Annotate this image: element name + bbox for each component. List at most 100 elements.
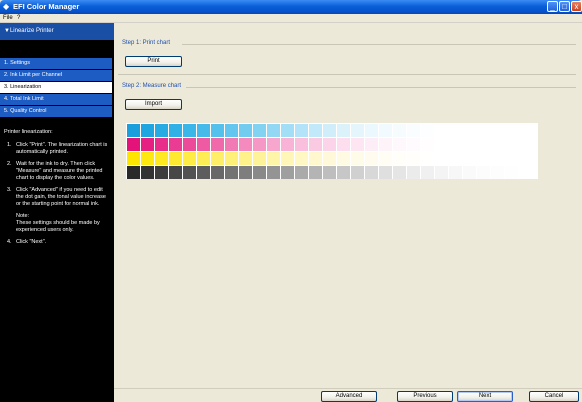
color-patch-yellow [519,152,532,165]
menu-help[interactable]: ? [17,15,20,22]
main-panel: Step 1: Print chart Print Step 2: Measur… [114,23,582,402]
color-patch-black [351,166,364,179]
color-patch-cyan [449,124,462,137]
color-patch-magenta [183,138,196,151]
color-patch-yellow [183,152,196,165]
color-patch-cyan [225,124,238,137]
color-patch-cyan [323,124,336,137]
color-patch-black [197,166,210,179]
color-patch-magenta [323,138,336,151]
color-patch-magenta [491,138,504,151]
color-patch-black [253,166,266,179]
color-patch-magenta [337,138,350,151]
color-patch-magenta [127,138,140,151]
color-patch-black [519,166,532,179]
color-patch-yellow [351,152,364,165]
sidebar-header-label: Linearize Printer [9,28,54,34]
color-patch-black [435,166,448,179]
color-patch-black [225,166,238,179]
menu-file[interactable]: File [3,15,13,22]
color-patch-magenta [239,138,252,151]
sidebar-item-quality-control[interactable]: 5. Quality Control [0,106,112,117]
color-patch-cyan [169,124,182,137]
color-patch-black [211,166,224,179]
help-step: 2. Wait for the ink to dry. Then click "M… [7,161,103,181]
color-patch-cyan [253,124,266,137]
color-patch-black [393,166,406,179]
color-patch-yellow [197,152,210,165]
color-patch-black [267,166,280,179]
color-patch-black [141,166,154,179]
color-patch-black [309,166,322,179]
color-patch-yellow [407,152,420,165]
color-patch-cyan [477,124,490,137]
sidebar-item-settings[interactable]: 1. Settings [0,58,112,69]
chart-row-cyan [127,124,537,137]
color-patch-cyan [505,124,518,137]
color-patch-yellow [169,152,182,165]
color-patch-black [477,166,490,179]
color-patch-black [491,166,504,179]
color-patch-magenta [421,138,434,151]
chart-row-magenta [127,138,537,151]
color-patch-black [323,166,336,179]
color-patch-cyan [379,124,392,137]
color-patch-yellow [463,152,476,165]
footer-bar: Advanced Previous Next Cancel [114,388,582,402]
color-patch-yellow [393,152,406,165]
color-patch-yellow [337,152,350,165]
color-patch-magenta [197,138,210,151]
maximize-button[interactable]: □ [559,1,570,12]
color-patch-cyan [267,124,280,137]
color-patch-yellow [267,152,280,165]
color-patch-cyan [407,124,420,137]
color-patch-yellow [435,152,448,165]
color-patch-black [127,166,140,179]
sidebar-header[interactable]: ▼Linearize Printer [0,23,114,40]
cancel-button[interactable]: Cancel [529,391,579,402]
color-patch-black [505,166,518,179]
color-patch-black [365,166,378,179]
sidebar-item-total-ink-limit[interactable]: 4. Total Ink Limit [0,94,112,105]
print-button[interactable]: Print [125,56,182,67]
color-patch-yellow [449,152,462,165]
help-note: Note: These settings should be made by e… [4,213,108,234]
color-patch-magenta [309,138,322,151]
color-patch-magenta [295,138,308,151]
next-button[interactable]: Next [457,391,513,402]
step1-bottom-divider [118,74,576,75]
color-patch-yellow [225,152,238,165]
close-button[interactable]: x [571,1,582,12]
app-icon: ◆ [3,2,10,11]
import-button[interactable]: Import [125,99,182,110]
color-patch-magenta [155,138,168,151]
sidebar-item-linearization[interactable]: 3. Linearization [0,82,112,93]
color-patch-cyan [295,124,308,137]
color-patch-cyan [463,124,476,137]
help-step: 3. Click "Advanced" if you need to edit t… [7,187,106,207]
color-patch-cyan [141,124,154,137]
minimize-button[interactable]: _ [547,1,558,12]
color-patch-yellow [505,152,518,165]
color-patch-magenta [281,138,294,151]
color-patch-black [421,166,434,179]
color-patch-cyan [421,124,434,137]
sidebar-item-ink-limit-per-channel[interactable]: 2. Ink Limit per Channel [0,70,112,81]
color-patch-yellow [211,152,224,165]
color-patch-cyan [309,124,322,137]
color-patch-cyan [337,124,350,137]
step2-divider [186,87,576,88]
color-patch-black [449,166,462,179]
color-patch-cyan [197,124,210,137]
color-patch-yellow [421,152,434,165]
color-patch-cyan [365,124,378,137]
previous-button[interactable]: Previous [397,391,453,402]
help-step: 1. Click "Print". The linearization chart… [7,142,108,155]
color-patch-cyan [435,124,448,137]
color-patch-magenta [435,138,448,151]
color-patch-magenta [169,138,182,151]
advanced-button[interactable]: Advanced [321,391,377,402]
color-patch-cyan [491,124,504,137]
color-patch-black [295,166,308,179]
help-step: 4. Click "Next". [7,239,47,245]
